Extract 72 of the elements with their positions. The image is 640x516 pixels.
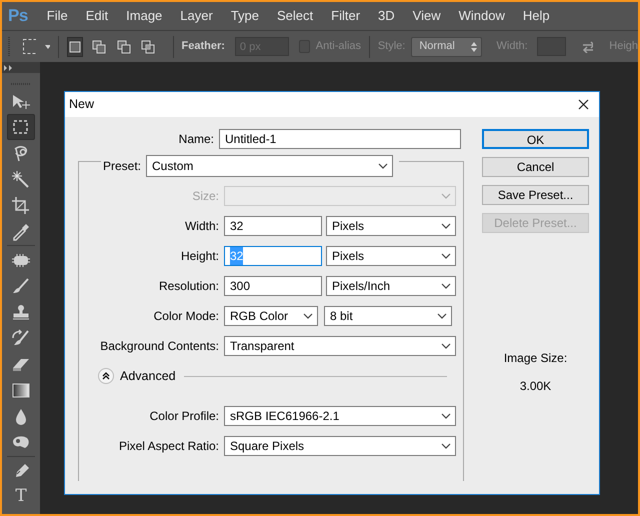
bit-depth-select[interactable]: 8 bit bbox=[324, 306, 452, 326]
swap-arrows-icon[interactable] bbox=[582, 40, 594, 52]
marquee-icon bbox=[11, 118, 31, 136]
unit-select[interactable]: Pixels/Inch bbox=[326, 276, 456, 296]
option-select[interactable]: Transparent bbox=[224, 336, 456, 356]
chevron-down-icon bbox=[441, 193, 451, 199]
field-label: Color Profile: bbox=[148, 408, 219, 425]
feather-label: Feather: bbox=[182, 39, 225, 54]
chevron-down-icon bbox=[437, 313, 447, 319]
stamp-icon bbox=[11, 302, 31, 322]
marquee-tool-button[interactable] bbox=[7, 114, 35, 140]
menu-item[interactable]: View bbox=[404, 6, 450, 26]
caret-icon[interactable] bbox=[45, 44, 50, 48]
advanced-toggle-icon[interactable] bbox=[98, 368, 114, 384]
brush-icon bbox=[11, 276, 31, 296]
field-label: Resolution: bbox=[158, 278, 219, 295]
updown-arrows-icon bbox=[470, 42, 476, 52]
field-label: Color Mode: bbox=[152, 308, 219, 325]
collapse-icon[interactable] bbox=[4, 64, 13, 70]
menu-item[interactable]: Window bbox=[450, 6, 514, 26]
menu-item[interactable]: Help bbox=[514, 6, 559, 26]
name-field[interactable]: Untitled-1 bbox=[219, 129, 461, 149]
style-select[interactable]: Normal bbox=[411, 36, 482, 56]
menu-item[interactable]: Layer bbox=[171, 6, 222, 26]
advanced-label: Advanced bbox=[120, 368, 176, 385]
type-tool-button[interactable]: T bbox=[7, 484, 35, 510]
preset-select[interactable]: Custom bbox=[146, 155, 394, 177]
chevron-down-icon bbox=[378, 163, 388, 169]
gradient-icon bbox=[11, 380, 31, 400]
brush-arrow-icon bbox=[11, 328, 31, 348]
chevron-down-icon bbox=[441, 443, 451, 449]
preset-label: Preset: bbox=[103, 158, 142, 175]
menu-item[interactable]: Filter bbox=[322, 6, 370, 26]
menu-item[interactable]: Select bbox=[268, 6, 322, 26]
selection-mode-button[interactable] bbox=[66, 36, 84, 56]
marquee-icon[interactable] bbox=[22, 38, 36, 55]
image-size-label: Image Size: bbox=[502, 350, 568, 367]
menu-item[interactable]: Image bbox=[117, 6, 172, 26]
unit-select[interactable]: Pixels bbox=[326, 216, 456, 236]
menu-item[interactable]: File bbox=[38, 6, 77, 26]
eyedropper-icon bbox=[11, 222, 31, 240]
dialog-title: New bbox=[69, 96, 94, 114]
chevron-down-icon bbox=[441, 413, 451, 419]
width-field[interactable] bbox=[536, 37, 566, 56]
close-icon[interactable] bbox=[578, 99, 589, 110]
app-logo: Ps bbox=[8, 5, 28, 28]
field-label: Width: bbox=[184, 218, 219, 235]
dialog-button[interactable]: OK bbox=[482, 129, 589, 149]
option-select[interactable]: Square Pixels bbox=[224, 436, 456, 456]
mode-select[interactable]: RGB Color bbox=[224, 306, 318, 326]
menu-item[interactable]: Type bbox=[222, 6, 268, 26]
magic-wand-icon bbox=[11, 170, 31, 188]
field-label: Size: bbox=[191, 188, 219, 205]
chevron-down-icon bbox=[441, 283, 451, 289]
dialog-button[interactable]: Save Preset... bbox=[482, 185, 589, 205]
number-field[interactable]: 32 bbox=[224, 216, 322, 236]
field-label: Pixel Aspect Ratio: bbox=[118, 438, 219, 455]
number-field[interactable]: 300 bbox=[224, 276, 322, 296]
menu-item[interactable]: 3D bbox=[369, 6, 404, 26]
option-select[interactable]: sRGB IEC61966-2.1 bbox=[224, 406, 456, 426]
menu-item[interactable]: Edit bbox=[76, 6, 118, 26]
field-label: Height: bbox=[180, 248, 219, 265]
name-label: Name: bbox=[178, 131, 214, 148]
image-size-value: 3.00K bbox=[518, 378, 552, 395]
unit-select[interactable]: Pixels bbox=[326, 246, 456, 266]
dialog-button[interactable]: Cancel bbox=[482, 157, 589, 177]
field-label: Background Contents: bbox=[99, 338, 219, 355]
chevron-down-icon bbox=[303, 313, 313, 319]
chevron-down-icon bbox=[441, 223, 451, 229]
chevron-down-icon bbox=[441, 343, 451, 349]
chevron-down-icon bbox=[441, 253, 451, 259]
crop-icon bbox=[11, 196, 31, 214]
